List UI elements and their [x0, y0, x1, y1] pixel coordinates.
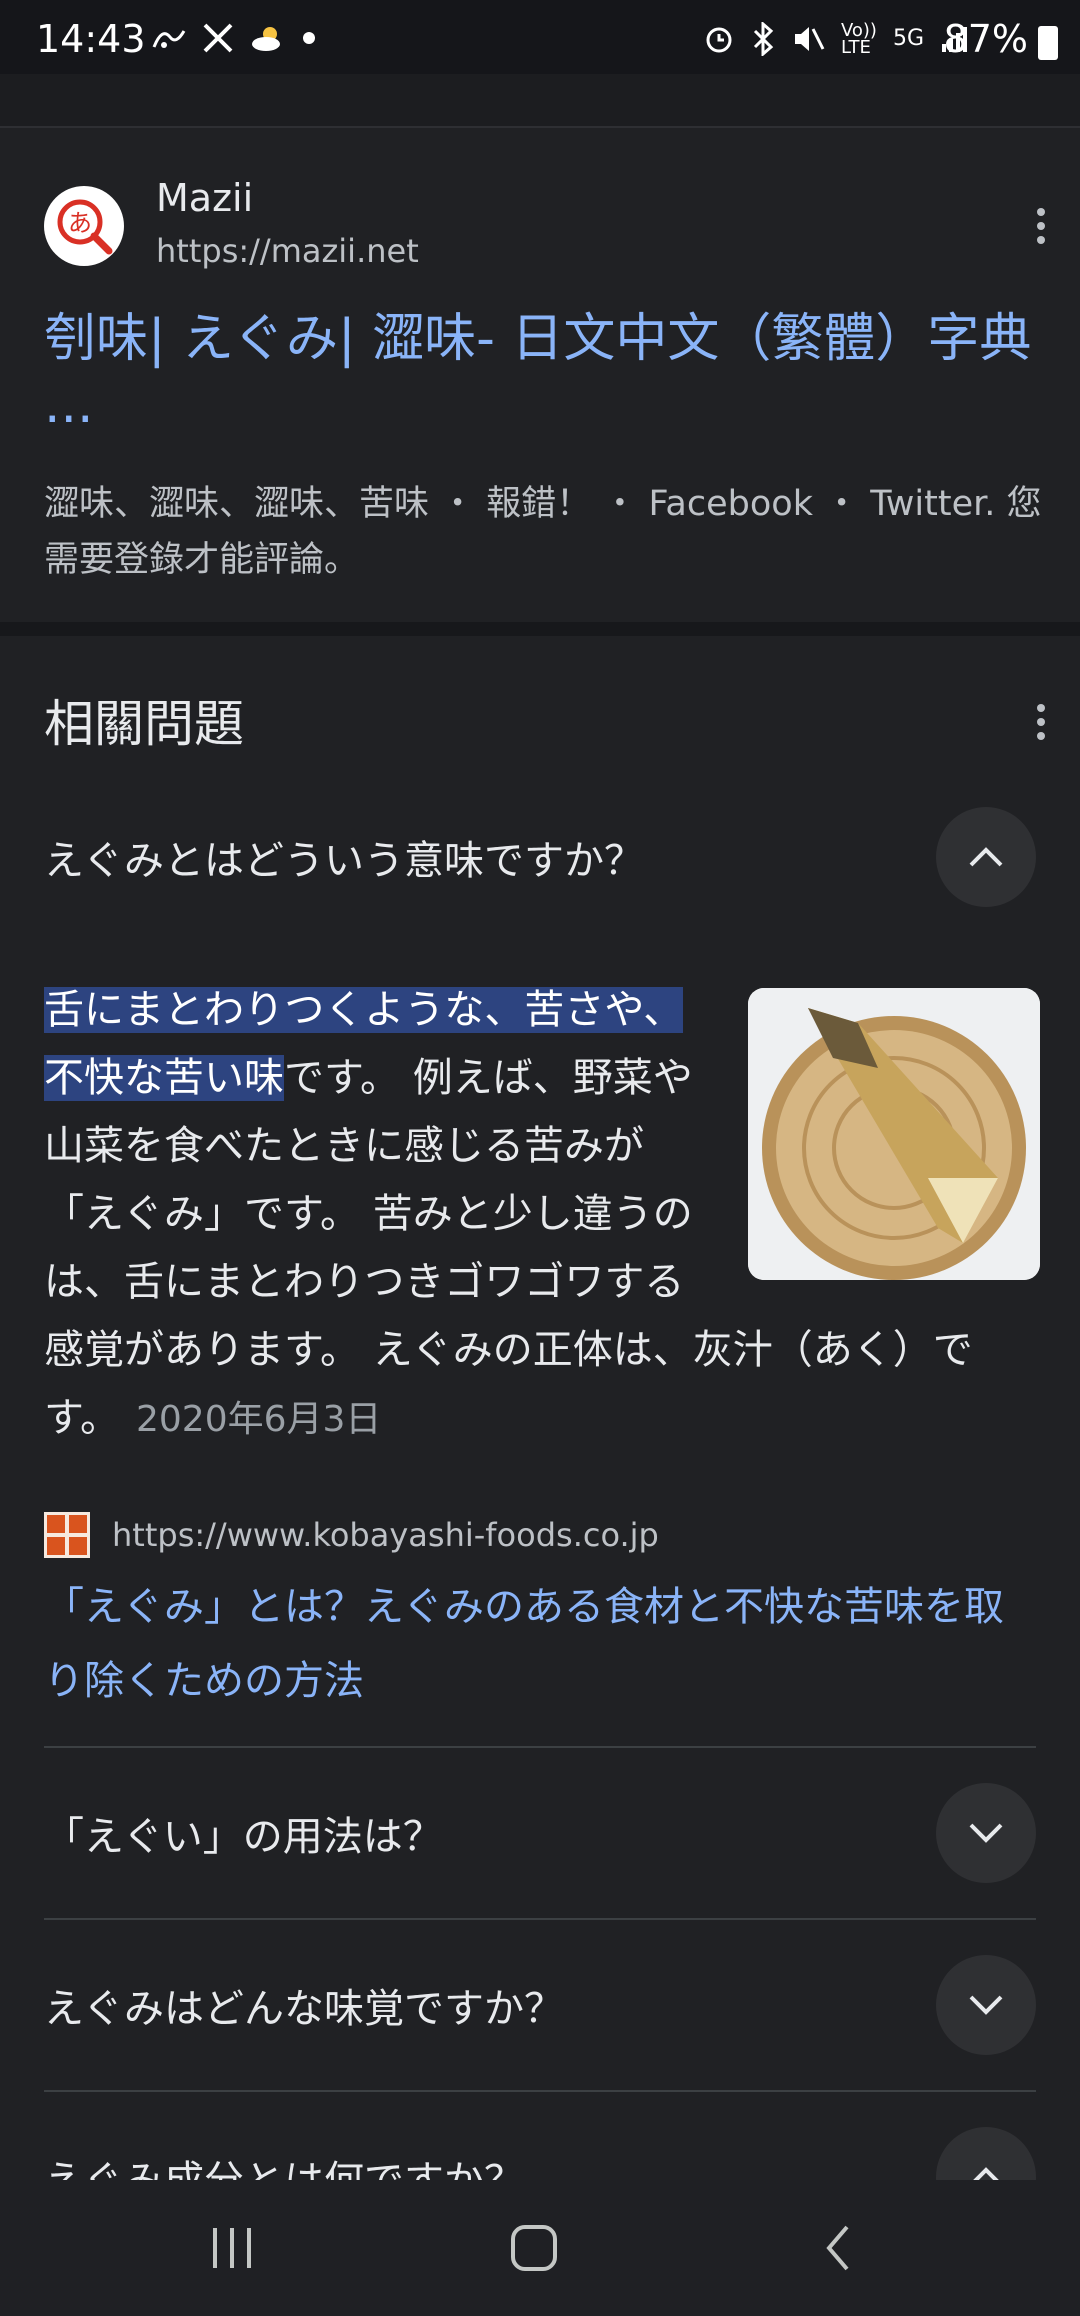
- status-time: 14:43: [36, 17, 146, 61]
- question-text: 「えぐい」の用法は？: [44, 1814, 443, 1860]
- result-more-options-icon[interactable]: [1034, 208, 1048, 244]
- mute-icon: [794, 27, 825, 51]
- x-app-icon: [203, 23, 233, 53]
- question-text: えぐみ成分とは何ですか？: [44, 2092, 524, 2180]
- home-button[interactable]: [454, 2180, 614, 2316]
- life360-icon: [152, 30, 186, 48]
- battery-icon: [1038, 26, 1058, 60]
- site-url[interactable]: https://mazii.net: [156, 232, 419, 270]
- magnifier-logo-icon: あ: [57, 199, 113, 255]
- site-name: Mazii: [156, 176, 254, 220]
- result-snippet: 澀味、澀味、澀味、苦味 ・ 報錯！ ・ Facebook ・ Twitter. …: [44, 484, 1042, 580]
- network-type-label: 5G: [892, 26, 924, 51]
- notification-dot-icon: [303, 32, 315, 44]
- recent-apps-button[interactable]: [152, 2180, 312, 2316]
- chevron-up-icon: [973, 2167, 999, 2180]
- weather-partly-cloudy-icon: [252, 27, 280, 51]
- back-icon: [826, 2225, 849, 2271]
- question-row[interactable]: えぐみ成分とは何ですか？: [44, 2092, 1036, 2180]
- answer-date: 2020年6月3日: [136, 1399, 382, 1440]
- chevron-down-icon: [969, 1995, 1003, 2015]
- question-row[interactable]: 「えぐい」の用法は？: [44, 1748, 1036, 1918]
- previous-result-edge: [0, 74, 1080, 128]
- search-result-card: あ Mazii https://mazii.net 刳味| えぐみ| 澀味- 日…: [0, 128, 1080, 636]
- expand-button[interactable]: [936, 1783, 1036, 1883]
- answer-source[interactable]: https://www.kobayashi-foods.co.jp: [44, 1512, 659, 1558]
- volte-label: Vo)) LTE: [840, 20, 877, 58]
- kobayashi-logo-icon: [44, 1512, 90, 1558]
- related-questions-heading: 相關問題: [44, 695, 244, 753]
- question-text: えぐみはどんな味覚ですか？: [44, 1986, 564, 2032]
- system-navigation-bar: [0, 2180, 1080, 2316]
- answer-text: 舌にまとわりつくような、苦さや、不快な苦い味です。 例えば、野菜や山菜を食べたと…: [44, 976, 1040, 1454]
- collapse-button[interactable]: [936, 807, 1036, 907]
- battery-level: 87%: [943, 17, 1028, 61]
- chevron-down-icon: [969, 1823, 1003, 1843]
- mazii-favicon: あ: [44, 186, 124, 266]
- expand-button[interactable]: [936, 1955, 1036, 2055]
- notification-icons: [150, 22, 316, 54]
- question-text: えぐみとはどういう意味ですか？: [44, 838, 644, 884]
- related-more-options-icon[interactable]: [1034, 704, 1048, 740]
- status-bar: 14:43 Vo)) LTE 5G 87%: [0, 0, 1080, 74]
- source-title-link[interactable]: 「えぐみ」とは？えぐみのある食材と不快な苦味を取り除くための方法: [44, 1570, 1040, 1718]
- related-questions-card: 相關問題 えぐみとはどういう意味ですか？ 舌にまとわりつくような、苦さや、不快な…: [0, 636, 1080, 2180]
- bamboo-shoot-image: [748, 988, 1040, 1280]
- svg-text:あ: あ: [68, 209, 92, 237]
- collapse-button[interactable]: [936, 2127, 1036, 2180]
- bluetooth-icon: [753, 22, 774, 56]
- kobayashi-favicon: [44, 1512, 90, 1558]
- question-row[interactable]: えぐみはどんな味覚ですか？: [44, 1920, 1036, 2090]
- chevron-up-icon: [969, 847, 1003, 867]
- system-icons: Vo)) LTE 5G: [703, 20, 970, 58]
- result-title-link[interactable]: 刳味| えぐみ| 澀味- 日文中文（繁體）字典 ...: [44, 306, 1034, 438]
- back-button[interactable]: [758, 2180, 918, 2316]
- question-row-expanded[interactable]: えぐみとはどういう意味ですか？: [44, 772, 1036, 942]
- bamboo-shoot-illustration: [748, 988, 1040, 1280]
- alarm-icon: [706, 27, 732, 53]
- recent-apps-icon: [213, 2228, 251, 2268]
- source-url[interactable]: https://www.kobayashi-foods.co.jp: [112, 1516, 659, 1554]
- home-icon: [511, 2225, 557, 2271]
